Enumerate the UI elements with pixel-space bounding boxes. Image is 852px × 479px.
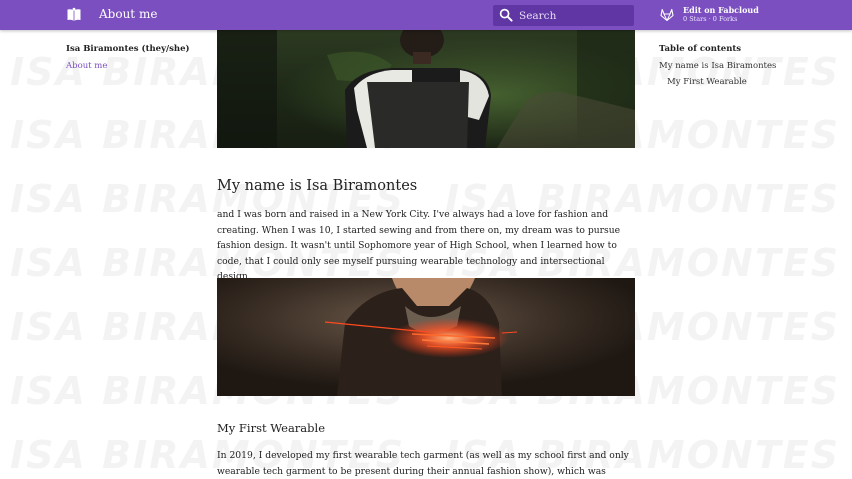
first-wearable-paragraph: In 2019, I developed my first wearable t… — [217, 450, 629, 477]
hero-photo — [217, 30, 635, 148]
section-heading-first-wearable: My First Wearable — [217, 421, 326, 435]
sidebar-item-about-me[interactable]: About me — [66, 61, 107, 71]
edit-link-label: Edit on Fabcloud — [683, 5, 759, 15]
top-bar: About me Edit on Fabcloud 0 Stars · 0 Fo… — [0, 0, 852, 30]
toc-title: Table of contents — [659, 44, 742, 54]
book-icon[interactable] — [66, 7, 82, 23]
wearable-photo — [217, 278, 635, 396]
toc-item-my-name[interactable]: My name is Isa Biramontes — [659, 61, 776, 71]
light-up-garment-image — [217, 278, 635, 396]
section-heading-my-name: My name is Isa Biramontes — [217, 178, 418, 194]
sidebar-author: Isa Biramontes (they/she) — [66, 44, 190, 54]
page-title: About me — [99, 7, 158, 21]
search-input[interactable] — [519, 7, 629, 24]
forest-path-image — [217, 30, 635, 148]
toc-item-first-wearable[interactable]: My First Wearable — [667, 77, 747, 87]
intro-paragraph: and I was born and raised in a New York … — [217, 209, 621, 282]
search-box[interactable] — [493, 5, 634, 26]
search-icon — [499, 8, 513, 22]
repo-stats: 0 Stars · 0 Forks — [683, 15, 738, 23]
gitlab-icon — [660, 8, 674, 21]
edit-on-fabcloud-link[interactable]: Edit on Fabcloud 0 Stars · 0 Forks — [660, 5, 790, 26]
